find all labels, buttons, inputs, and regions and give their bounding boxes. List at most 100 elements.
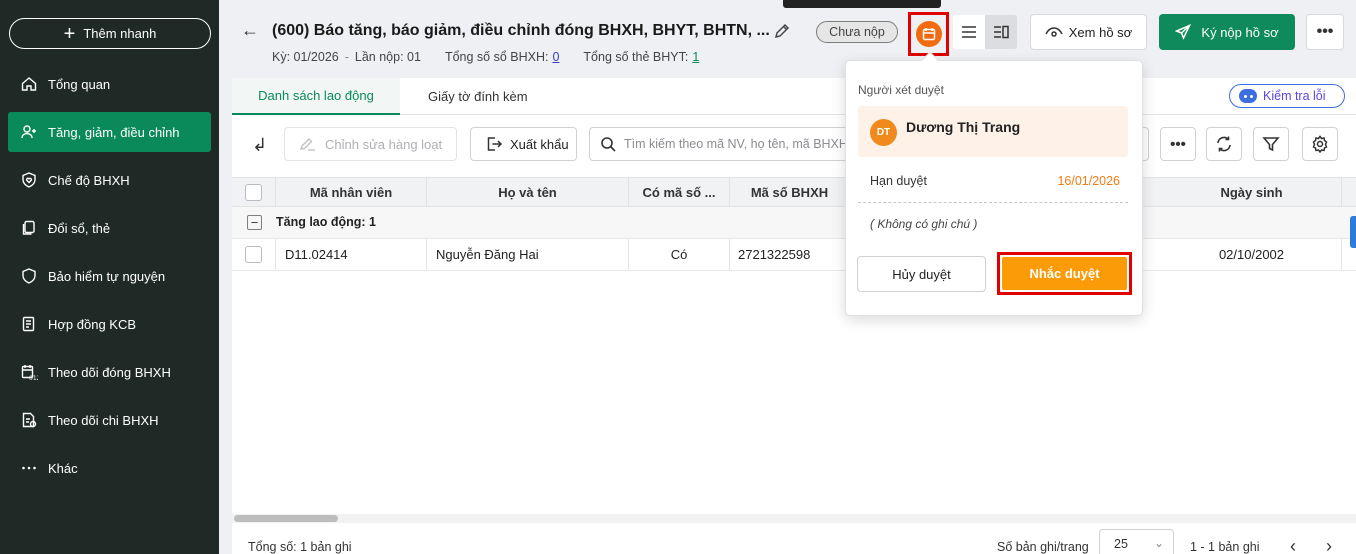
select-all-checkbox[interactable] <box>245 183 262 201</box>
more-dots-icon <box>22 466 36 470</box>
eye-icon <box>1045 27 1063 37</box>
scrollbar-thumb[interactable] <box>234 515 338 522</box>
view-toggle <box>953 15 1017 49</box>
search-placeholder: Tìm kiếm theo mã NV, họ tên, mã BHXH <box>624 137 848 151</box>
meta-separator: - <box>344 50 349 64</box>
check-errors-button[interactable]: Kiểm tra lỗi <box>1229 84 1345 108</box>
sign-submit-button[interactable]: Ký nộp hồ sơ <box>1159 14 1295 50</box>
dob-cell: 02/10/2002 <box>1162 239 1342 270</box>
bhxh-code-cell: 2721322598 <box>738 247 811 262</box>
deadline-label: Hạn duyệt <box>870 174 927 188</box>
export-label: Xuất khẩu <box>510 136 569 152</box>
export-icon <box>487 137 503 151</box>
document-money-icon <box>22 412 37 428</box>
collapse-arrow-icon[interactable]: ↲ <box>252 135 267 156</box>
select-all-cell <box>232 178 276 206</box>
total-records: Tổng số: 1 bản ghi <box>248 540 352 554</box>
main-content: ← (600) Báo tăng, báo giảm, điều chỉnh đ… <box>219 0 1356 554</box>
bhxh-count-label: Tổng số sổ BHXH: <box>444 50 549 64</box>
calendar-track-icon: 012 <box>21 365 38 381</box>
bhxh-count-link[interactable]: 0 <box>552 50 559 64</box>
sidebar-item-label: Đổi sổ, thẻ <box>48 220 111 236</box>
table-header: Mã nhân viên Họ và tên Có mã số ... Mã s… <box>232 177 1356 207</box>
settings-button[interactable] <box>1302 127 1338 161</box>
next-page-icon[interactable]: › <box>1326 536 1332 554</box>
calendar-icon <box>922 28 935 41</box>
check-errors-label: Kiểm tra lỗi <box>1263 89 1326 103</box>
horizontal-scrollbar[interactable] <box>232 514 1356 523</box>
sidebar-item-track-payment[interactable]: 012 Theo dõi đóng BHXH <box>8 352 211 392</box>
sidebar-item-kcb-contract[interactable]: Hợp đồng KCB <box>8 304 211 344</box>
sidebar-item-track-spending[interactable]: Theo dõi chi BHXH <box>8 400 211 440</box>
sidebar-item-label: Bảo hiểm tự nguyện <box>48 268 166 284</box>
column-header[interactable]: Ngày sinh <box>1162 178 1342 206</box>
remind-highlight: Nhắc duyệt <box>997 252 1132 295</box>
column-header[interactable]: Có mã số ... <box>629 178 730 206</box>
prev-page-icon[interactable]: ‹ <box>1290 536 1296 554</box>
tab-attachments[interactable]: Giấy tờ đính kèm <box>428 78 528 115</box>
send-icon <box>1175 24 1192 40</box>
column-header[interactable]: Họ và tên <box>427 178 629 206</box>
page-title: (600) Báo tăng, báo giảm, điều chỉnh đón… <box>272 22 770 39</box>
tab-bar: Danh sách lao động Giấy tờ đính kèm Kiểm… <box>232 78 1356 115</box>
copy-card-icon <box>22 220 35 235</box>
per-page-select[interactable]: 25 ⌄ <box>1099 529 1174 554</box>
reviewer-name: Dương Thị Trang <box>906 119 1021 135</box>
more-actions-button[interactable]: ••• <box>1306 14 1344 50</box>
status-badge: Chưa nộp <box>816 21 898 43</box>
tab-employee-list[interactable]: Danh sách lao động <box>232 78 400 115</box>
period-text: Kỳ: 01/2026 <box>272 50 339 64</box>
sidebar-item-overview[interactable]: Tổng quan <box>8 64 211 104</box>
split-view-icon <box>994 25 1009 39</box>
avatar: DT <box>870 119 897 146</box>
quick-add-button[interactable]: + Thêm nhanh <box>9 18 211 49</box>
plus-icon: + <box>63 22 76 45</box>
sidebar-item-label: Theo dõi đóng BHXH <box>48 364 171 380</box>
view-file-button[interactable]: Xem hồ sơ <box>1030 14 1147 50</box>
export-button[interactable]: Xuất khẩu <box>470 127 577 161</box>
contract-icon <box>22 316 35 332</box>
shield-heart-icon <box>22 172 36 188</box>
sign-submit-label: Ký nộp hồ sơ <box>1201 24 1279 40</box>
back-arrow-icon[interactable]: ← <box>241 20 259 41</box>
split-view-button[interactable] <box>985 15 1017 49</box>
sidebar: + Thêm nhanh Tổng quan Tăng, giảm, điều … <box>0 0 219 554</box>
toolbar-more-button[interactable]: ••• <box>1160 127 1196 161</box>
list-view-button[interactable] <box>953 15 985 49</box>
refresh-button[interactable] <box>1206 127 1242 161</box>
more-dots-icon: ••• <box>1316 23 1334 40</box>
sidebar-item-increase-decrease[interactable]: Tăng, giảm, điều chỉnh <box>8 112 211 152</box>
table-row[interactable]: D11.02414 Nguyễn Đăng Hai Có 2721322598 … <box>232 239 1356 271</box>
column-header[interactable]: Mã số BHXH <box>730 178 850 206</box>
report-meta: Kỳ: 01/2026 - Lần nộp: 01 Tổng số sổ BHX… <box>272 50 699 64</box>
side-panel-handle[interactable] <box>1350 216 1356 248</box>
remind-approval-button[interactable]: Nhắc duyệt <box>1002 257 1127 290</box>
record-range: 1 - 1 bản ghi <box>1190 540 1260 554</box>
sidebar-item-book-card[interactable]: Đổi sổ, thẻ <box>8 208 211 248</box>
cancel-approval-button[interactable]: Hủy duyệt <box>857 256 986 292</box>
quick-add-label: Thêm nhanh <box>83 26 157 41</box>
approval-calendar-button[interactable] <box>915 21 942 47</box>
sidebar-item-other[interactable]: Khác <box>8 448 211 488</box>
refresh-icon <box>1217 136 1231 152</box>
column-header[interactable]: Mã nhân viên <box>276 178 427 206</box>
robot-icon <box>1239 89 1257 103</box>
bhyt-count-link[interactable]: 1 <box>692 50 699 64</box>
pencil-icon[interactable] <box>773 22 791 43</box>
bulk-edit-button[interactable]: Chỉnh sửa hàng loạt <box>284 127 457 161</box>
filter-button[interactable] <box>1253 127 1289 161</box>
svg-text:012: 012 <box>29 375 38 381</box>
sidebar-item-bhxh-regime[interactable]: Chế độ BHXH <box>8 160 211 200</box>
collapse-group-icon[interactable]: − <box>247 215 262 230</box>
name-cell: Nguyễn Đăng Hai <box>427 239 629 270</box>
search-icon <box>601 137 616 152</box>
sidebar-item-voluntary-insurance[interactable]: Bảo hiểm tự nguyện <box>8 256 211 296</box>
sidebar-item-label: Tổng quan <box>48 76 111 92</box>
sidebar-item-label: Tăng, giảm, điều chỉnh <box>48 124 180 140</box>
user-plus-icon <box>21 125 36 139</box>
sidebar-item-label: Theo dõi chi BHXH <box>48 412 159 428</box>
chevron-down-icon: ⌄ <box>1153 536 1164 550</box>
list-icon <box>962 26 976 38</box>
reviewer-heading: Người xét duyệt <box>858 83 944 97</box>
row-checkbox[interactable] <box>245 246 262 263</box>
